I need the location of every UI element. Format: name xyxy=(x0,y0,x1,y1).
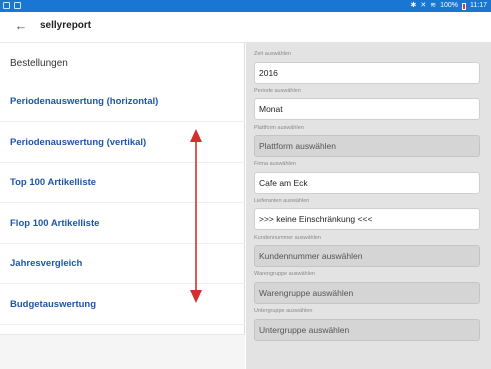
menu-item-budgetauswertung[interactable]: Budgetauswertung xyxy=(0,285,245,325)
field-label-warengruppe: Warengruppe auswählen xyxy=(254,271,315,277)
menu-item-label: Flop 100 Artikelliste xyxy=(10,218,100,229)
menu-item-periodenauswertung-vertikal[interactable]: Periodenauswertung (vertikal) xyxy=(0,123,245,163)
status-bar: ✱ ✕ ≋ 100% 11:17 xyxy=(0,0,491,12)
left-footer xyxy=(0,334,245,369)
firma-select[interactable]: Cafe am Eck xyxy=(254,172,480,194)
filter-panel: Zeit auswählen 2016 Periode auswählen Mo… xyxy=(246,43,491,369)
field-label-firma: Firma auswählen xyxy=(254,161,296,167)
menu-item-label: Budgetauswertung xyxy=(10,299,97,310)
battery-percent: 100% xyxy=(440,2,458,9)
periode-select[interactable]: Monat xyxy=(254,98,480,120)
wifi-icon: ≋ xyxy=(430,2,437,9)
field-label-untergruppe: Untergruppe auswählen xyxy=(254,308,313,314)
field-label-lieferanten: Lieferanten auswählen xyxy=(254,198,310,204)
section-title: Bestellungen xyxy=(10,58,68,69)
back-arrow-icon[interactable]: ← xyxy=(12,17,30,35)
notification-app-icon xyxy=(14,2,21,9)
plattform-select[interactable]: Plattform auswählen xyxy=(254,135,480,157)
field-label-kundennummer: Kundennummer auswählen xyxy=(254,235,321,241)
app-title: sellyreport xyxy=(40,20,92,31)
menu-item-jahresvergleich[interactable]: Jahresvergleich xyxy=(0,244,245,284)
menu-item-top-100[interactable]: Top 100 Artikelliste xyxy=(0,163,245,203)
menu-item-label: Jahresvergleich xyxy=(10,258,83,269)
app-bar: ← sellyreport xyxy=(0,12,491,43)
double-arrow-annotation xyxy=(190,129,202,303)
bluetooth-icon: ✱ xyxy=(410,2,417,9)
mute-icon: ✕ xyxy=(420,2,427,9)
notification-image-icon xyxy=(3,2,10,9)
arrow-head-up xyxy=(190,129,202,142)
field-label-periode: Periode auswählen xyxy=(254,88,301,94)
menu-item-flop-100[interactable]: Flop 100 Artikelliste xyxy=(0,204,245,244)
report-menu: Bestellungen Periodenauswertung (horizon… xyxy=(0,43,245,369)
menu-item-label: Top 100 Artikelliste xyxy=(10,177,97,188)
lieferanten-select[interactable]: >>> keine Einschränkung <<< xyxy=(254,208,480,230)
field-label-plattform: Plattform auswählen xyxy=(254,125,304,131)
battery-icon xyxy=(462,2,466,10)
arrow-head-down xyxy=(190,290,202,303)
menu-item-periodenauswertung-horizontal[interactable]: Periodenauswertung (horizontal) xyxy=(0,82,245,122)
notification-icons xyxy=(3,2,21,9)
menu-item-label: Periodenauswertung (vertikal) xyxy=(10,137,147,148)
warengruppe-select[interactable]: Warengruppe auswählen xyxy=(254,282,480,304)
kundennummer-select[interactable]: Kundennummer auswählen xyxy=(254,245,480,267)
untergruppe-select[interactable]: Untergruppe auswählen xyxy=(254,319,480,341)
zeit-select[interactable]: 2016 xyxy=(254,62,480,84)
clock: 11:17 xyxy=(470,2,487,9)
field-label-zeit: Zeit auswählen xyxy=(254,51,291,57)
menu-item-label: Periodenauswertung (horizontal) xyxy=(10,96,159,107)
